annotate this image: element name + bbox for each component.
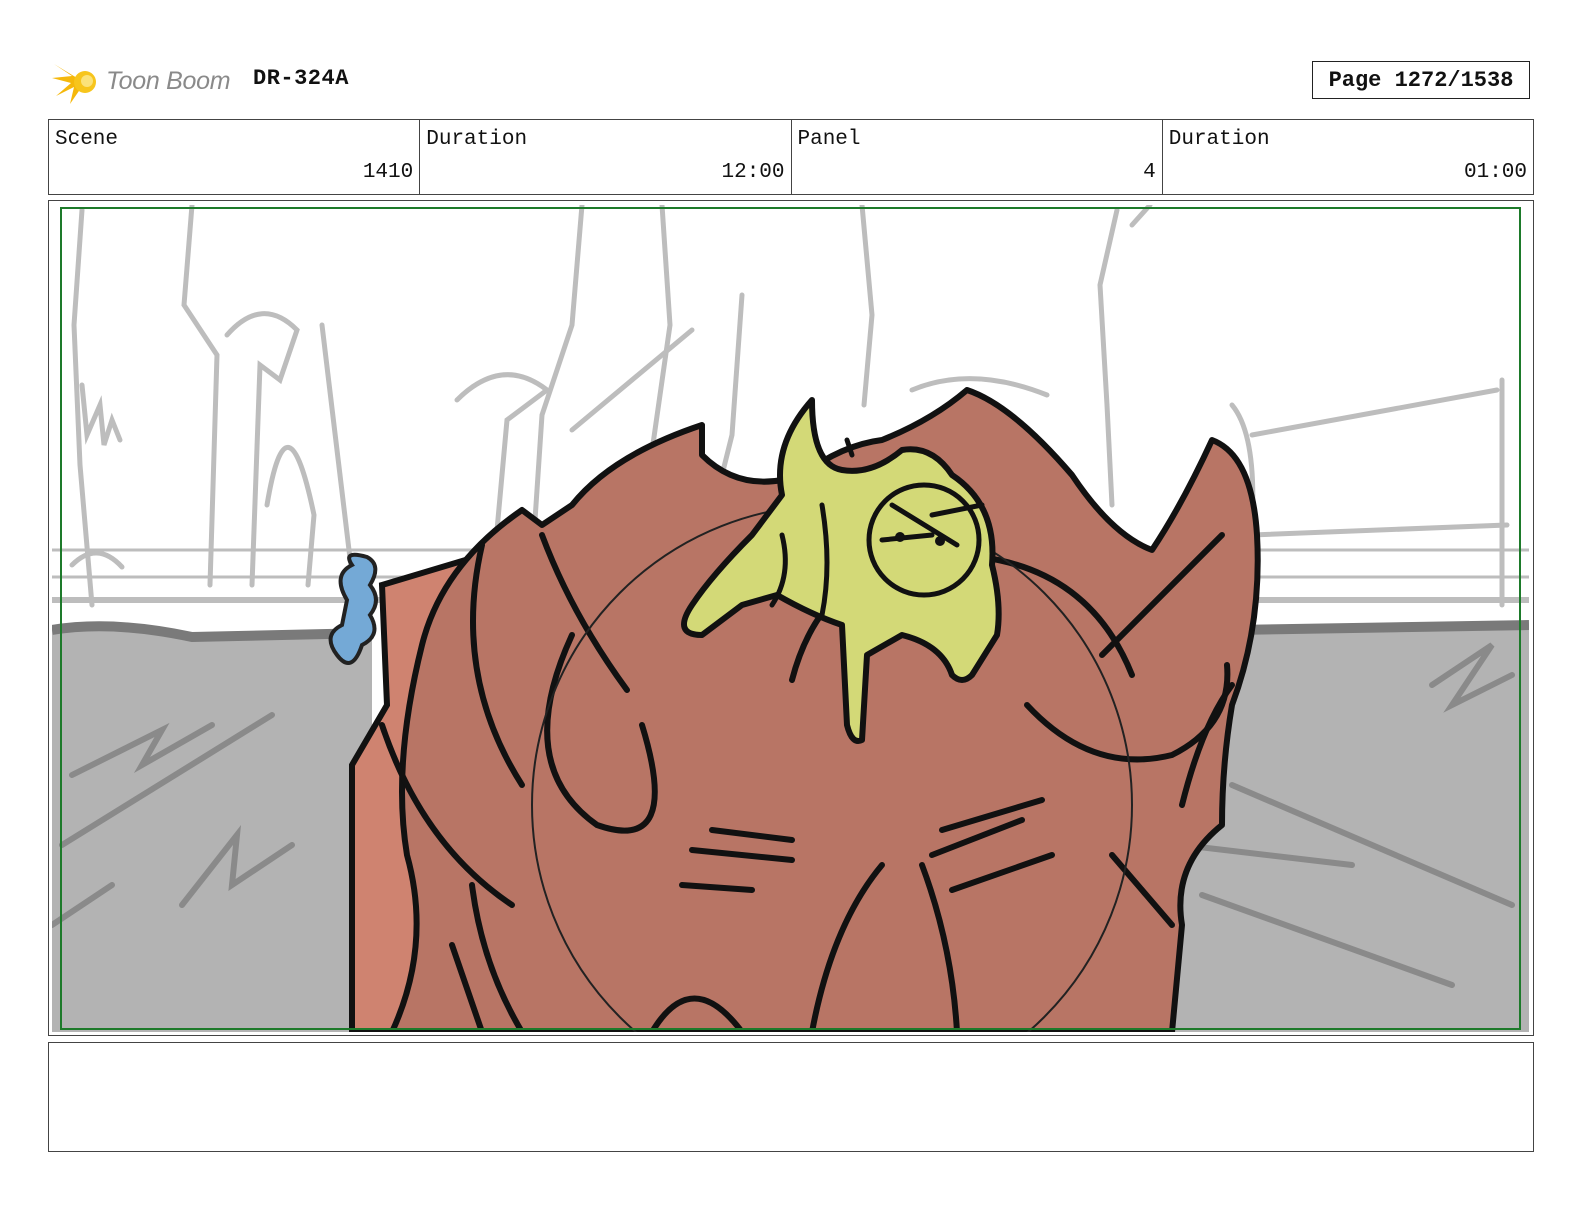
panel-notes-box[interactable] [48, 1042, 1534, 1152]
document-id: DR-324A [253, 66, 349, 91]
starburst-logo-icon [52, 64, 96, 104]
panel-info-row: Scene 1410 Duration 12:00 Panel 4 Durati… [48, 119, 1534, 195]
panel-cell: Panel 4 [792, 120, 1163, 194]
scene-label: Scene [55, 128, 119, 151]
logo-text: Toon Boom [106, 66, 231, 95]
panel-duration-cell: Duration 01:00 [1163, 120, 1533, 194]
scene-duration-label: Duration [426, 128, 528, 151]
panel-label: Panel [797, 128, 861, 151]
scene-cell: Scene 1410 [49, 120, 421, 194]
storyboard-drawing [52, 205, 1529, 1032]
panel-value: 4 [1143, 161, 1156, 184]
ground [52, 627, 372, 1032]
toon-boom-logo: Toon Boom [52, 56, 231, 106]
panel-duration-value: 01:00 [1463, 161, 1527, 184]
scene-value: 1410 [362, 161, 414, 184]
storyboard-panel-image [52, 205, 1529, 1032]
page-indicator: Page 1272/1538 [1312, 61, 1530, 99]
scene-duration-cell: Duration 12:00 [420, 120, 792, 194]
scene-duration-value: 12:00 [721, 161, 785, 184]
panel-duration-label: Duration [1168, 128, 1270, 151]
